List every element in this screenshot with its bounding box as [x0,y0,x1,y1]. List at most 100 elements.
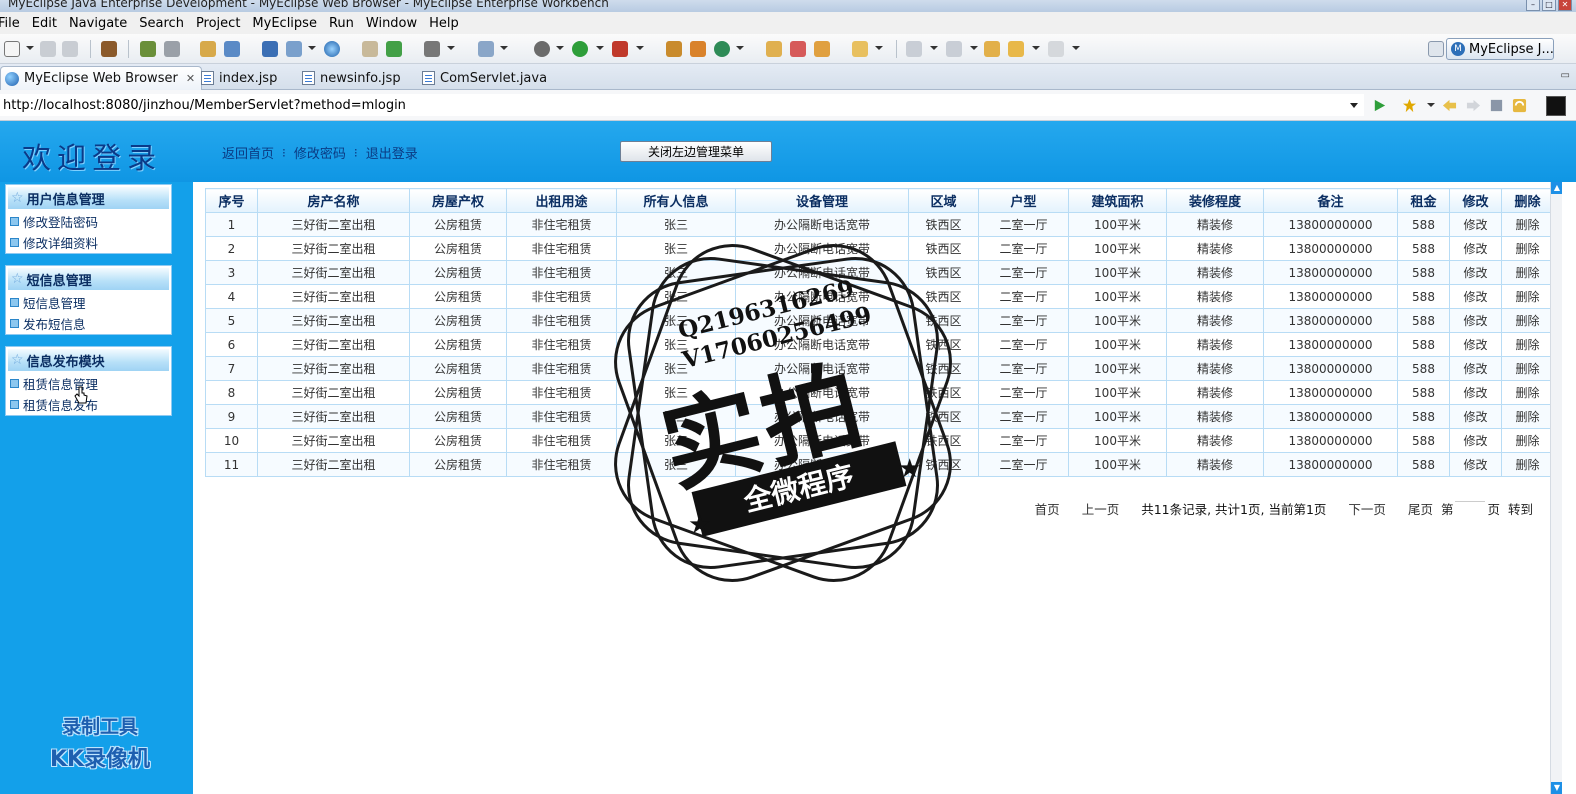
new-icon[interactable] [4,41,20,57]
sidebar-group-header[interactable]: ☆ 信息发布模块 [8,349,169,371]
first-page-link[interactable]: 首页 [1035,499,1060,518]
back-arrow-icon[interactable] [1008,41,1024,57]
sidebar-group-header[interactable]: ☆ 短信息管理 [8,268,169,290]
close-left-menu-button[interactable]: 关闭左边管理菜单 [620,141,772,162]
edit-link[interactable]: 修改 [1449,260,1502,285]
vertical-scrollbar[interactable]: ▲ ▼ [1550,182,1563,794]
url-history-dropdown-icon[interactable] [1350,103,1358,108]
forward-dropdown-icon[interactable] [1072,46,1080,50]
run-dropdown-icon[interactable] [596,46,604,50]
last-edit-icon[interactable] [984,41,1000,57]
run-icon[interactable] [572,41,588,57]
delete-link[interactable]: 删除 [1501,452,1554,477]
debug-dropdown-icon[interactable] [556,46,564,50]
new-dropdown-icon[interactable] [26,46,34,50]
console-icon[interactable] [1546,96,1566,116]
server-icon[interactable] [164,41,180,57]
close-window-button[interactable]: ✕ [1558,0,1572,11]
menu-window[interactable]: Window [360,16,423,31]
screen-icon[interactable] [424,41,440,57]
save-icon[interactable] [40,41,56,57]
menu-navigate[interactable]: Navigate [63,16,133,31]
change-password-link[interactable]: 修改密码 [294,143,346,162]
search-icon[interactable] [224,41,240,57]
next-page-link[interactable]: 下一页 [1348,499,1386,518]
forward-arrow-icon[interactable] [1048,41,1064,57]
new-package-icon[interactable] [690,41,706,57]
back-dropdown-icon[interactable] [1032,46,1040,50]
delete-link[interactable]: 删除 [1501,236,1554,261]
new-server-icon[interactable] [286,41,302,57]
sidebar-item-rental-management[interactable]: 租赁信息管理 [6,373,171,394]
add-icon[interactable] [386,41,402,57]
delete-link[interactable]: 删除 [1501,332,1554,357]
last-page-link[interactable]: 尾页 [1408,499,1433,518]
next-annotation-dropdown-icon[interactable] [930,46,938,50]
menu-help[interactable]: Help [423,16,465,31]
prev-page-link[interactable]: 上一页 [1082,499,1120,518]
tab-index-jsp[interactable]: index.jsp [201,66,277,90]
new-class-dropdown-icon[interactable] [736,46,744,50]
menu-run[interactable]: Run [323,16,360,31]
close-tab-icon[interactable]: ✕ [186,72,195,85]
favorites-dropdown-icon[interactable] [1427,103,1435,107]
folder-dropdown-icon[interactable] [875,46,883,50]
edit-link[interactable]: 修改 [1449,236,1502,261]
sidebar-item-rental-publish[interactable]: 租赁信息发布 [6,394,171,415]
menu-edit[interactable]: Edit [26,16,63,31]
delete-link[interactable]: 删除 [1501,428,1554,453]
external-tools-icon[interactable] [612,41,628,57]
page-number-input[interactable] [1455,500,1486,517]
menu-search[interactable]: Search [133,16,190,31]
delete-link[interactable]: 删除 [1501,212,1554,237]
open-type-dropdown-icon[interactable] [500,46,508,50]
screen-dropdown-icon[interactable] [447,46,455,50]
delete-link[interactable]: 删除 [1501,380,1554,405]
edit-link[interactable]: 修改 [1449,284,1502,309]
favorites-icon[interactable] [1402,98,1417,113]
logout-link[interactable]: 退出登录 [366,143,418,162]
open-resource-icon[interactable] [814,41,830,57]
sidebar-item-message-management[interactable]: 短信息管理 [6,292,171,313]
forward-icon[interactable] [1466,98,1481,113]
edit-link[interactable]: 修改 [1449,428,1502,453]
minimize-button[interactable]: – [1526,0,1540,11]
prev-annotation-icon[interactable] [946,41,962,57]
edit-link[interactable]: 修改 [1449,380,1502,405]
next-annotation-icon[interactable] [906,41,922,57]
open-type-icon[interactable] [478,41,494,57]
tab-newsinfo-jsp[interactable]: newsinfo.jsp [302,66,401,90]
home-link[interactable]: 返回首页 [222,143,274,162]
prev-annotation-dropdown-icon[interactable] [970,46,978,50]
open-perspective-icon[interactable] [1428,41,1444,57]
tab-comservlet-java[interactable]: ComServlet.java [422,66,547,90]
tab-web-browser[interactable]: MyEclipse Web Browser ✕ [0,66,203,90]
menu-file[interactable]: File [0,16,26,31]
print-icon[interactable] [62,41,78,57]
perspective-switcher[interactable]: M MyEclipse J... [1446,38,1554,60]
edit-link[interactable]: 修改 [1449,356,1502,381]
wizard-icon[interactable] [200,41,216,57]
delete-link[interactable]: 删除 [1501,284,1554,309]
sidebar-group-header[interactable]: ☆ 用户信息管理 [8,187,169,209]
menu-myeclipse[interactable]: MyEclipse [246,16,323,31]
edit-link[interactable]: 修改 [1449,332,1502,357]
url-input[interactable] [0,94,1364,116]
tool-icon[interactable] [790,41,806,57]
minimize-editor-icon[interactable]: ▭ [1561,70,1570,81]
stop-icon[interactable] [1489,98,1504,113]
edit-link[interactable]: 修改 [1449,452,1502,477]
external-tools-dropdown-icon[interactable] [636,46,644,50]
sidebar-item-post-message[interactable]: 发布短信息 [6,313,171,334]
server-dropdown-icon[interactable] [308,46,316,50]
open-folder-icon[interactable] [766,41,782,57]
maximize-button[interactable]: □ [1542,0,1556,11]
goto-page-link[interactable]: 转到 [1508,499,1533,518]
browser-globe-icon[interactable] [324,41,340,57]
folder-icon[interactable] [852,41,868,57]
debug-icon[interactable] [534,41,550,57]
go-icon[interactable] [1372,98,1387,113]
delete-link[interactable]: 删除 [1501,308,1554,333]
delete-link[interactable]: 删除 [1501,404,1554,429]
edit-link[interactable]: 修改 [1449,212,1502,237]
